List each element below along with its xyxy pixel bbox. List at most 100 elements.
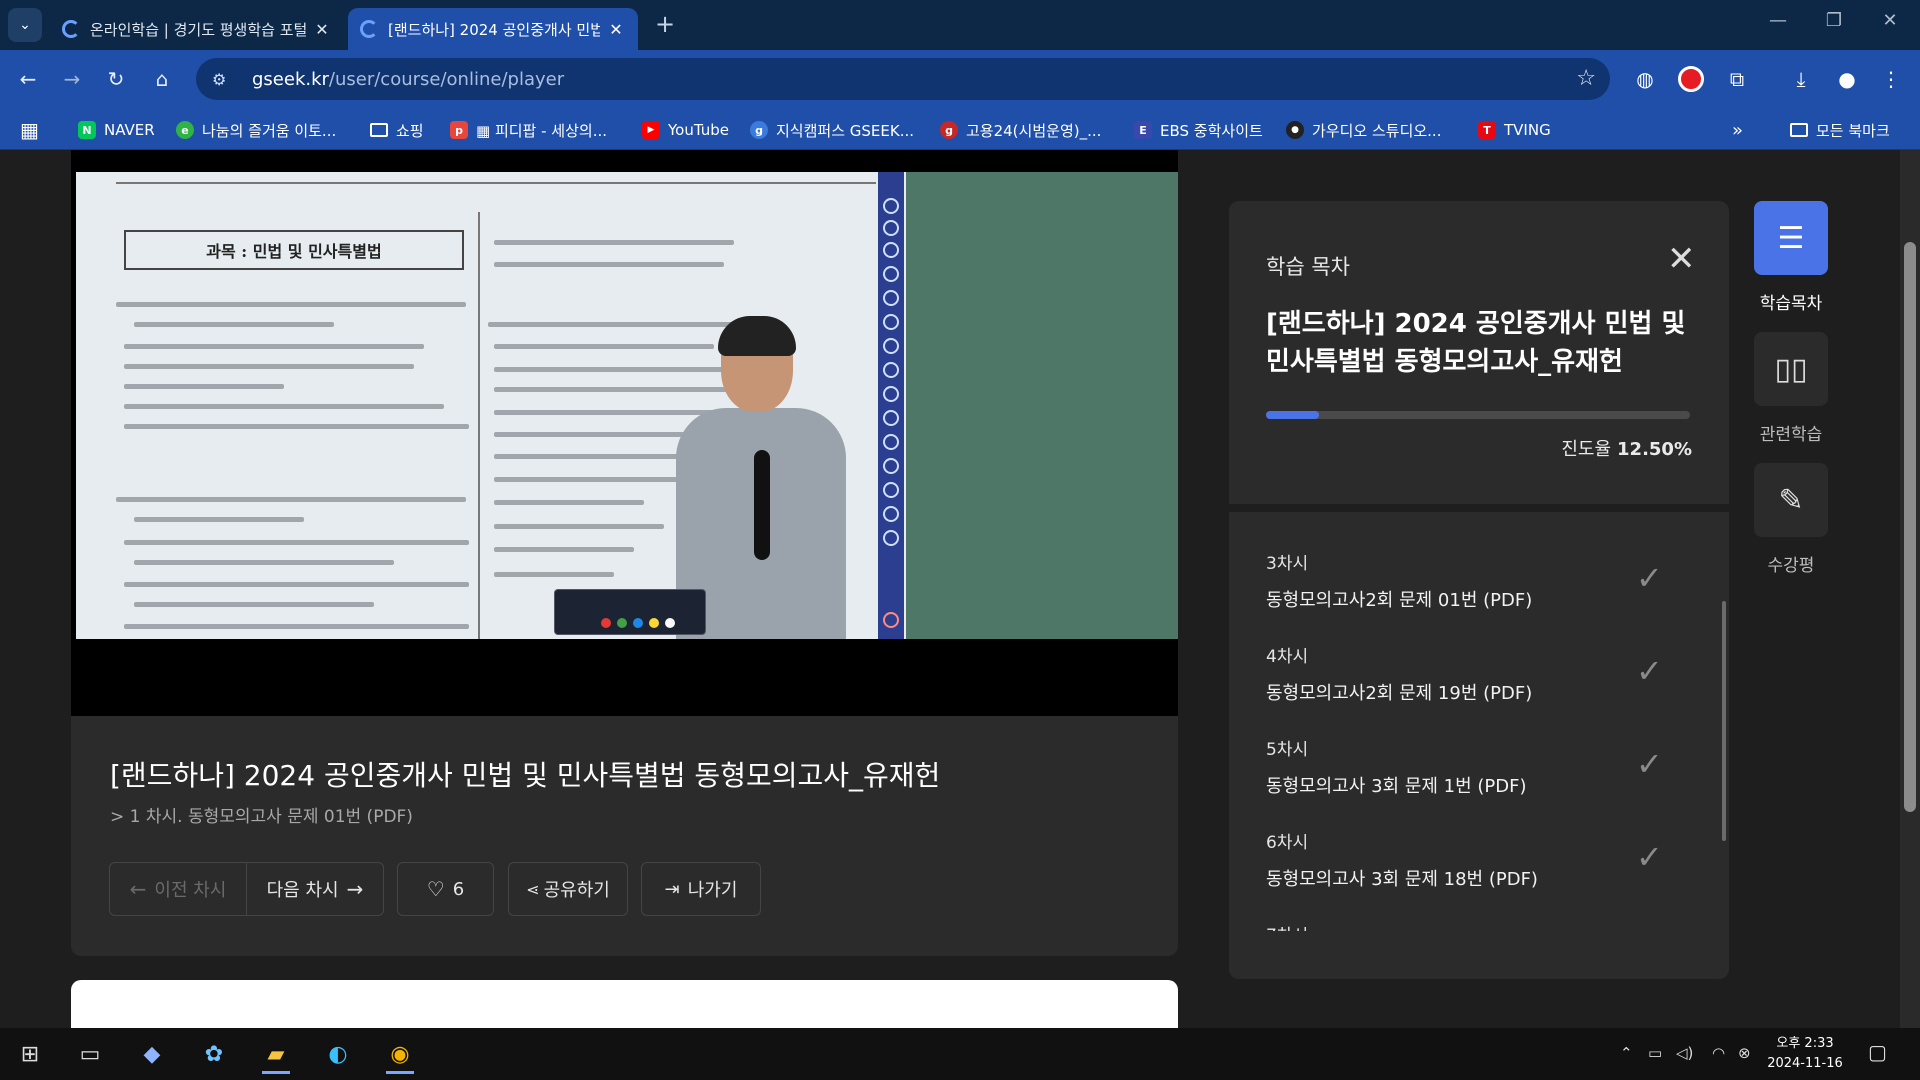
progress-fill xyxy=(1266,411,1319,419)
url-path: /user/course/online/player xyxy=(328,68,565,90)
notification-icon[interactable]: ▢ xyxy=(1868,1040,1887,1064)
clock-date: 2024-11-16 xyxy=(1767,1056,1843,1071)
toc-course-title: [랜드하나] 2024 공인중개사 민법 및 민사특별법 동형모의고사_유재헌 xyxy=(1266,309,1686,377)
more-menu-icon[interactable]: ⋮ xyxy=(1876,64,1906,94)
bookmark-gseek[interactable]: g 지식캠퍼스 GSEEK... xyxy=(750,118,914,142)
bookmark-naver[interactable]: N NAVER xyxy=(78,118,155,142)
windows-start-icon[interactable]: ⊞ xyxy=(6,1034,54,1074)
bookmark-gaudio[interactable]: ● 가우디오 스튜디오... xyxy=(1286,118,1441,142)
prev-lesson-button[interactable]: ← 이전 차시 xyxy=(109,862,247,916)
page-content: 과목 : 민법 및 민사특별법 [랜드하나] 2024 공인중개사 민법 및 민… xyxy=(0,150,1920,1028)
lesson-item[interactable]: 3차시 동형모의고사2회 문제 01번 (PDF) ✓ xyxy=(1266,549,1696,619)
page-scrollbar[interactable] xyxy=(1900,150,1920,1028)
side-menu-related[interactable]: ▯▯ 관련학습 xyxy=(1754,332,1828,445)
back-arrow-icon[interactable]: ← xyxy=(12,64,44,94)
like-button[interactable]: ♡ 6 xyxy=(397,862,494,916)
minimize-icon[interactable]: — xyxy=(1758,10,1798,31)
app-icon[interactable]: ✿ xyxy=(190,1034,238,1074)
check-icon: ✓ xyxy=(1636,745,1663,783)
course-title: [랜드하나] 2024 공인중개사 민법 및 민사특별법 동형모의고사_유재헌 xyxy=(110,759,941,792)
bookmarks-overflow-icon[interactable]: » xyxy=(1732,118,1743,142)
close-icon[interactable]: ✕ xyxy=(312,20,332,39)
side-menu-review[interactable]: ✎ 수강평 xyxy=(1754,463,1828,576)
browser-tab-1[interactable]: 온라인학습 | 경기도 평생학습 포털 ✕ xyxy=(50,8,344,50)
pen-toolbar xyxy=(554,589,706,635)
edge-icon[interactable]: ◐ xyxy=(314,1034,362,1074)
ebs-icon: E xyxy=(1134,121,1152,139)
task-view-icon[interactable]: ▭ xyxy=(66,1034,114,1074)
address-bar[interactable]: ⚙ gseek.kr/user/course/online/player ☆ xyxy=(196,58,1610,100)
windows-taskbar: ⊞ ▭ ◆ ✿ ▰ ◐ ◉ ⌃ ▭ ◁) ◠ ⊗ 오후 2:33 2024-11… xyxy=(0,1028,1920,1080)
bookmark-label: NAVER xyxy=(104,121,155,139)
volume-icon[interactable]: ◁) xyxy=(1676,1044,1693,1062)
forward-arrow-icon[interactable]: → xyxy=(56,64,88,94)
opera-extension-icon[interactable] xyxy=(1676,64,1706,94)
bookmark-nanum[interactable]: e 나눔의 즐거움 이토... xyxy=(176,118,336,142)
network-icon[interactable]: ◠ xyxy=(1712,1044,1725,1062)
lesson-item[interactable]: 6차시 동형모의고사 3회 문제 18번 (PDF) ✓ xyxy=(1266,828,1696,898)
chrome-icon[interactable]: ◉ xyxy=(376,1034,424,1074)
heart-icon: ♡ xyxy=(426,877,445,901)
bookmark-tving[interactable]: T TVING xyxy=(1478,118,1551,142)
close-icon[interactable]: ✕ xyxy=(1667,239,1696,279)
gseek-favicon-icon xyxy=(360,20,378,38)
bookmark-star-icon[interactable]: ☆ xyxy=(1576,66,1596,91)
slide-heading: 과목 : 민법 및 민사특별법 xyxy=(124,230,464,270)
nanum-icon: e xyxy=(176,121,194,139)
download-icon[interactable]: ⤓ xyxy=(1786,64,1816,94)
tab-search-button[interactable]: ⌄ xyxy=(8,8,42,42)
bookmark-work24[interactable]: g 고용24(시범운영)_... xyxy=(940,118,1101,142)
copilot-icon[interactable]: ◆ xyxy=(128,1034,176,1074)
scrollbar-thumb[interactable] xyxy=(1904,242,1916,812)
next-lesson-button[interactable]: 다음 차시 → xyxy=(246,862,384,916)
all-bookmarks-folder[interactable]: 모든 북마크 xyxy=(1790,118,1890,142)
status-x-icon[interactable]: ⊗ xyxy=(1738,1044,1751,1062)
globe-extension-icon[interactable]: ◍ xyxy=(1630,64,1660,94)
site-info-icon[interactable]: ⚙ xyxy=(212,70,234,89)
next-lesson-label: 다음 차시 xyxy=(266,880,339,901)
bookmark-label: ▦ 피디팝 - 세상의... xyxy=(476,121,607,140)
lesson-title: 동형모의고사 3회 문제 18번 (PDF) xyxy=(1266,869,1538,890)
green-chalkboard xyxy=(906,172,1178,639)
close-icon[interactable]: ✕ xyxy=(606,20,626,39)
divider xyxy=(1229,504,1729,512)
bookmark-folder-shopping[interactable]: 쇼핑 xyxy=(370,118,424,142)
battery-icon[interactable]: ▭ xyxy=(1648,1044,1662,1062)
exit-button[interactable]: ⇥ 나가기 xyxy=(641,862,761,916)
apps-grid-icon[interactable]: ▦ xyxy=(20,118,39,142)
restore-icon[interactable]: ❐ xyxy=(1814,10,1854,31)
chevron-up-icon[interactable]: ⌃ xyxy=(1620,1044,1633,1062)
bookmark-ebs[interactable]: E EBS 중학사이트 xyxy=(1134,118,1263,142)
window-close-icon[interactable]: ✕ xyxy=(1870,10,1910,31)
lesson-item[interactable]: 7차시 xyxy=(1266,921,1696,931)
toc-scrollbar[interactable] xyxy=(1722,601,1726,841)
bookmark-youtube[interactable]: ▶ YouTube xyxy=(642,118,729,142)
bookmark-pdpop[interactable]: p ▦ 피디팝 - 세상의... xyxy=(450,118,607,142)
content-card xyxy=(71,980,1178,1028)
side-menu-toc[interactable]: ☰ 학습목차 xyxy=(1754,201,1828,314)
naver-icon: N xyxy=(78,121,96,139)
lesson-item[interactable]: 5차시 동형모의고사 3회 문제 1번 (PDF) ✓ xyxy=(1266,735,1696,805)
lesson-title: 동형모의고사 3회 문제 1번 (PDF) xyxy=(1266,776,1527,797)
home-icon[interactable]: ⌂ xyxy=(146,64,178,94)
profile-avatar-icon[interactable]: ● xyxy=(1832,64,1862,94)
bookmark-label: EBS 중학사이트 xyxy=(1160,121,1263,140)
reload-icon[interactable]: ↻ xyxy=(100,64,132,94)
lesson-item[interactable]: 4차시 동형모의고사2회 문제 19번 (PDF) ✓ xyxy=(1266,642,1696,712)
progress-text: 진도율 12.50% xyxy=(1561,435,1692,461)
bookmarks-bar: ▦ N NAVER e 나눔의 즐거움 이토... 쇼핑 p ▦ 피디팝 - 세상의.… xyxy=(0,108,1920,150)
browser-tab-2[interactable]: [랜드하나] 2024 공인중개사 민법 ✕ xyxy=(348,8,638,50)
puzzle-extensions-icon[interactable]: ⧉ xyxy=(1722,64,1752,94)
url-host: gseek.kr xyxy=(252,68,329,90)
video-player[interactable]: 과목 : 민법 및 민사특별법 xyxy=(71,150,1178,716)
new-tab-button[interactable]: + xyxy=(650,10,680,38)
exit-icon: ⇥ xyxy=(664,878,680,900)
share-button[interactable]: ⋖ 공유하기 xyxy=(508,862,628,916)
file-explorer-icon[interactable]: ▰ xyxy=(252,1034,300,1074)
edit-icon: ✎ xyxy=(1754,463,1828,537)
clock-time: 오후 2:33 xyxy=(1776,1036,1834,1051)
exit-label: 나가기 xyxy=(687,880,738,901)
prev-lesson-label: 이전 차시 xyxy=(154,880,227,901)
whiteboard-toolbar xyxy=(878,172,904,639)
system-clock[interactable]: 오후 2:33 2024-11-16 xyxy=(1760,1034,1850,1074)
